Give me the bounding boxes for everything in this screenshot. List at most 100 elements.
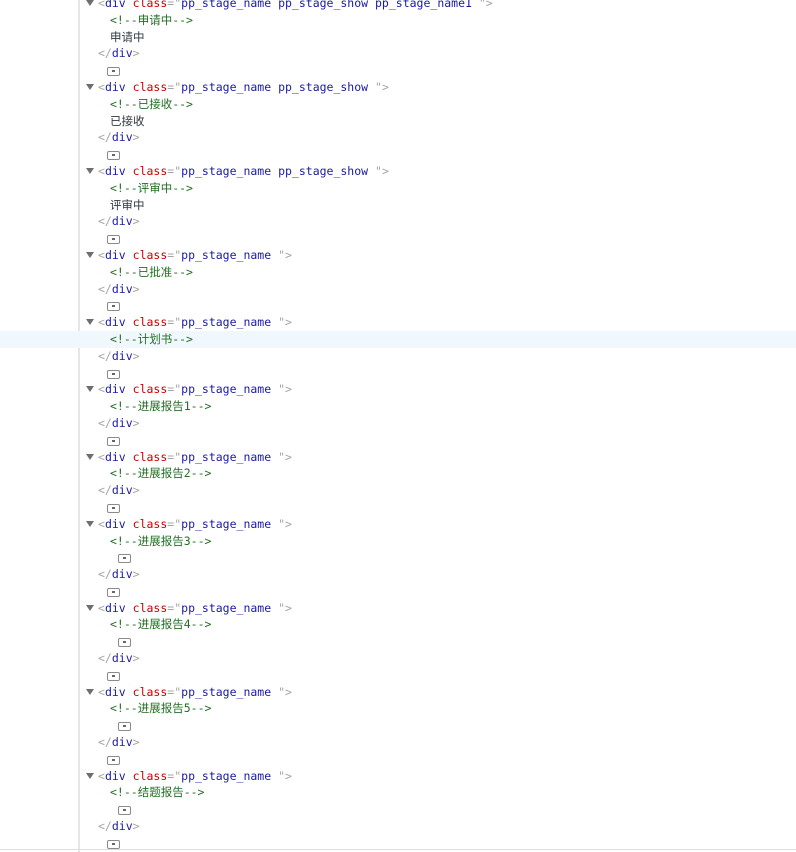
ellipsis-badge-icon[interactable] bbox=[107, 151, 120, 161]
expand-triangle-icon[interactable] bbox=[86, 319, 94, 326]
dom-node-open[interactable]: <div class="pp_stage_name "> bbox=[0, 684, 796, 701]
ellipsis-badge-icon[interactable] bbox=[107, 503, 120, 513]
ellipsis-badge-icon[interactable] bbox=[107, 839, 120, 849]
dom-node-close[interactable]: </div> bbox=[0, 129, 796, 146]
ellipsis-badge-icon[interactable] bbox=[107, 67, 120, 77]
dom-node-close[interactable]: </div> bbox=[0, 818, 796, 835]
dom-node-open[interactable]: <div class="pp_stage_name pp_stage_show … bbox=[0, 79, 796, 96]
dom-node-close[interactable]: </div> bbox=[0, 45, 796, 62]
expand-triangle-icon[interactable] bbox=[86, 520, 94, 527]
tag-name: div bbox=[104, 382, 126, 397]
ellipsis-badge-icon[interactable] bbox=[118, 806, 131, 816]
dom-pseudo-node[interactable] bbox=[0, 62, 796, 79]
dom-pseudo-node[interactable] bbox=[0, 751, 796, 768]
expand-triangle-icon[interactable] bbox=[86, 386, 94, 393]
dom-node-open[interactable]: <div class="pp_stage_name "> bbox=[0, 247, 796, 264]
dom-comment[interactable]: <!--进展报告4--> bbox=[0, 616, 796, 633]
attr-value: pp_stage_name bbox=[181, 600, 279, 615]
dom-tree: <div class="pp_stage_name pp_stage_show … bbox=[0, 0, 796, 852]
expand-triangle-icon[interactable] bbox=[86, 453, 94, 460]
ellipsis-badge-icon[interactable] bbox=[107, 235, 120, 245]
attr-value: pp_stage_name bbox=[181, 684, 279, 699]
dom-node-close[interactable]: </div> bbox=[0, 281, 796, 298]
expand-triangle-icon[interactable] bbox=[86, 83, 94, 90]
dom-pseudo-node[interactable] bbox=[0, 717, 796, 734]
dom-comment[interactable]: <!--进展报告1--> bbox=[0, 398, 796, 415]
ellipsis-badge-icon[interactable] bbox=[107, 436, 120, 446]
dom-node-close[interactable]: </div> bbox=[0, 650, 796, 667]
dom-text-node[interactable]: 已接收 bbox=[0, 113, 796, 130]
expand-triangle-icon[interactable] bbox=[86, 688, 94, 695]
expand-triangle-icon[interactable] bbox=[86, 772, 94, 779]
attr-value: pp_stage_name bbox=[181, 247, 279, 262]
dom-node-close[interactable]: </div> bbox=[0, 213, 796, 230]
dom-comment[interactable]: <!--申请中--> bbox=[0, 12, 796, 29]
dom-pseudo-node[interactable] bbox=[0, 633, 796, 650]
ellipsis-badge-icon[interactable] bbox=[118, 554, 131, 564]
dom-node-close[interactable]: </div> bbox=[0, 482, 796, 499]
attr-value: pp_stage_name pp_stage_show pp_stage_nam… bbox=[181, 0, 479, 10]
expand-triangle-icon[interactable] bbox=[86, 251, 94, 258]
dom-comment[interactable]: <!--计划书--> bbox=[0, 330, 796, 348]
dom-node-open[interactable]: <div class="pp_stage_name pp_stage_show … bbox=[0, 163, 796, 180]
attr-name: class bbox=[132, 315, 168, 330]
dom-node-close[interactable]: </div> bbox=[0, 566, 796, 583]
ellipsis-badge-icon[interactable] bbox=[107, 671, 120, 681]
dom-pseudo-node[interactable] bbox=[0, 432, 796, 449]
dom-node-open[interactable]: <div class="pp_stage_name "> bbox=[0, 600, 796, 617]
ellipsis-badge-icon[interactable] bbox=[107, 587, 120, 597]
dom-node-open[interactable]: <div class="pp_stage_name pp_stage_show … bbox=[0, 0, 796, 12]
tag-name: div bbox=[104, 684, 126, 699]
dom-comment[interactable]: <!--评审中--> bbox=[0, 180, 796, 197]
tag-name: div bbox=[104, 0, 126, 10]
attr-name: class bbox=[132, 449, 168, 464]
dom-pseudo-node[interactable] bbox=[0, 583, 796, 600]
dom-comment[interactable]: <!--已接收--> bbox=[0, 96, 796, 113]
dom-node-close[interactable]: </div> bbox=[0, 415, 796, 432]
dom-pseudo-node[interactable] bbox=[0, 365, 796, 382]
comment-text: 进展报告2 bbox=[137, 466, 191, 481]
attr-name: class bbox=[132, 163, 168, 178]
dom-node-open[interactable]: <div class="pp_stage_name "> bbox=[0, 449, 796, 466]
attr-name: class bbox=[132, 0, 168, 10]
tag-name: div bbox=[111, 483, 133, 498]
dom-pseudo-node[interactable] bbox=[0, 667, 796, 684]
tag-name: div bbox=[104, 768, 126, 783]
attr-name: class bbox=[132, 600, 168, 615]
tag-name: div bbox=[111, 651, 133, 666]
dom-node-close[interactable]: </div> bbox=[0, 348, 796, 365]
dom-comment[interactable]: <!--结题报告--> bbox=[0, 784, 796, 801]
comment-text: 进展报告5 bbox=[137, 701, 191, 716]
dom-pseudo-node[interactable] bbox=[0, 297, 796, 314]
dom-text-node[interactable]: 评审中 bbox=[0, 197, 796, 214]
dom-node-open[interactable]: <div class="pp_stage_name "> bbox=[0, 516, 796, 533]
expand-triangle-icon[interactable] bbox=[86, 604, 94, 611]
dom-pseudo-node[interactable] bbox=[0, 146, 796, 163]
dom-pseudo-node[interactable] bbox=[0, 801, 796, 818]
dom-pseudo-node[interactable] bbox=[0, 549, 796, 566]
dom-comment[interactable]: <!--进展报告3--> bbox=[0, 533, 796, 550]
dom-comment[interactable]: <!--已批准--> bbox=[0, 264, 796, 281]
dom-pseudo-node[interactable] bbox=[0, 499, 796, 516]
expand-triangle-icon[interactable] bbox=[86, 0, 94, 6]
dom-node-open[interactable]: <div class="pp_stage_name "> bbox=[0, 314, 796, 331]
dom-node-close[interactable]: </div> bbox=[0, 734, 796, 751]
tag-name: div bbox=[104, 163, 126, 178]
dom-comment[interactable]: <!--进展报告5--> bbox=[0, 700, 796, 717]
dom-node-open[interactable]: <div class="pp_stage_name "> bbox=[0, 768, 796, 785]
dom-comment[interactable]: <!--进展报告2--> bbox=[0, 465, 796, 482]
ellipsis-badge-icon[interactable] bbox=[107, 755, 120, 765]
attr-name: class bbox=[132, 247, 168, 262]
dom-text-node[interactable]: 申请中 bbox=[0, 29, 796, 46]
tag-name: div bbox=[111, 46, 133, 61]
dom-node-open[interactable]: <div class="pp_stage_name "> bbox=[0, 381, 796, 398]
attr-value: pp_stage_name pp_stage_show bbox=[181, 163, 376, 178]
ellipsis-badge-icon[interactable] bbox=[107, 302, 120, 312]
dom-pseudo-node[interactable] bbox=[0, 230, 796, 247]
ellipsis-badge-icon[interactable] bbox=[118, 638, 131, 648]
ellipsis-badge-icon[interactable] bbox=[118, 722, 131, 732]
tag-name: div bbox=[104, 247, 126, 262]
ellipsis-badge-icon[interactable] bbox=[107, 369, 120, 379]
expand-triangle-icon[interactable] bbox=[86, 167, 94, 174]
panel-border bbox=[0, 849, 796, 850]
